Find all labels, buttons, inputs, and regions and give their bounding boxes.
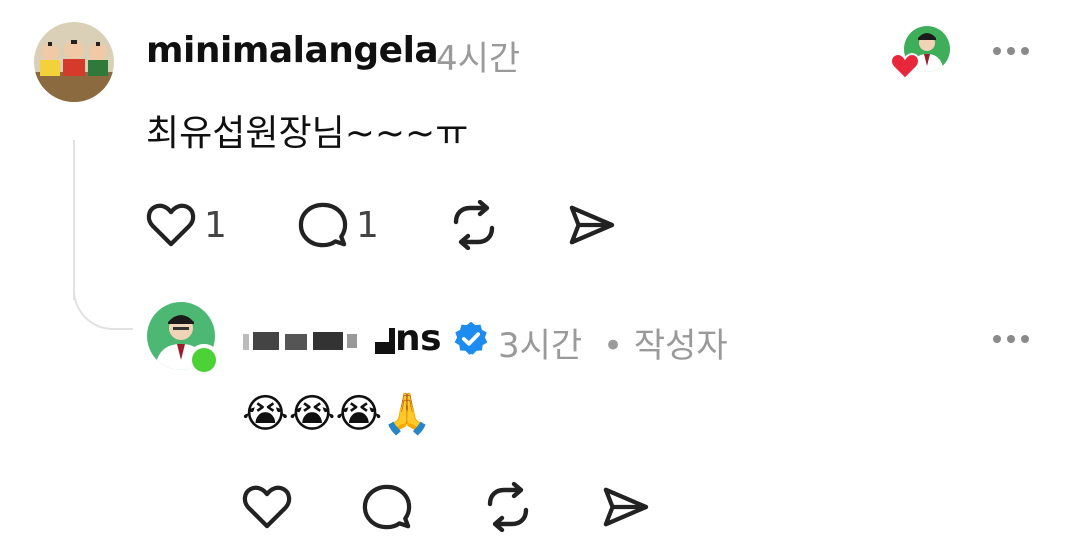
send-icon	[569, 205, 615, 245]
comment-icon	[298, 202, 348, 248]
reply-count: 1	[356, 204, 379, 246]
reply-button[interactable]: 1	[298, 201, 379, 249]
heart-icon	[146, 203, 196, 247]
post-username[interactable]: minimalangela	[146, 30, 439, 71]
reply-share-button[interactable]	[600, 484, 650, 530]
like-count: 1	[204, 204, 227, 246]
comment-icon	[362, 484, 412, 530]
heart-icon	[242, 485, 292, 529]
send-icon	[603, 487, 649, 527]
repost-button[interactable]	[448, 200, 500, 250]
reply-username[interactable]: ns	[395, 318, 442, 359]
post-text: 최유섭원장님~~~ㅠ	[146, 113, 469, 154]
more-options-button[interactable]	[993, 45, 1033, 57]
heart-icon	[890, 53, 920, 80]
thread-connector	[73, 270, 133, 330]
repost-icon	[487, 482, 529, 532]
verified-badge-icon	[454, 321, 488, 355]
liked-by-indicator[interactable]	[890, 26, 952, 80]
online-status-dot	[188, 344, 220, 376]
reply-more-options-button[interactable]	[993, 333, 1033, 345]
reply-comment-button[interactable]	[362, 483, 412, 531]
share-button[interactable]	[566, 202, 616, 248]
repost-icon	[453, 200, 495, 250]
reply-like-button[interactable]	[242, 484, 292, 530]
post-time: 4시간	[436, 39, 521, 79]
post-avatar[interactable]	[34, 22, 114, 102]
like-button[interactable]: 1	[146, 202, 227, 248]
reply-repost-button[interactable]	[482, 482, 534, 532]
reply-time: 3시간	[498, 326, 583, 366]
reply-text: 😭😭😭🙏	[242, 391, 433, 437]
author-badge: • 작성자	[603, 326, 728, 366]
